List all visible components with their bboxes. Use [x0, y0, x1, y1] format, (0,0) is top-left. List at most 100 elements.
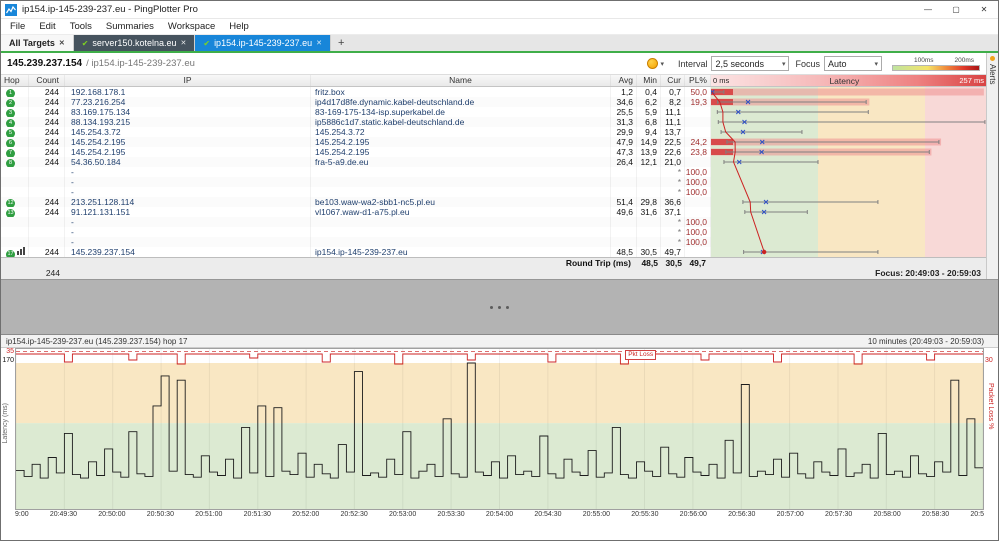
- hop-number-badge: 1: [6, 89, 15, 97]
- round-trip-avg: 48,5: [641, 258, 658, 268]
- hop-number-badge: 12: [6, 199, 15, 207]
- alerts-side-tab[interactable]: Alerts: [986, 53, 998, 279]
- pl-cell: [685, 127, 711, 137]
- tab-close-icon[interactable]: ✕: [316, 39, 322, 47]
- cur-cell: *: [661, 237, 685, 247]
- latency-graph-overlay: [711, 87, 986, 257]
- avg-cell: [611, 237, 637, 247]
- ip-cell: 91.121.131.151: [65, 207, 311, 217]
- menu-item-edit[interactable]: Edit: [32, 19, 62, 35]
- min-cell: [637, 167, 661, 177]
- time-tick-label: 20:55:00: [582, 511, 611, 518]
- tab-label: ip154.ip-145-239-237.eu: [214, 38, 313, 48]
- name-cell: [311, 187, 611, 197]
- latency-scale-min: 0 ms: [713, 76, 730, 85]
- count-cell: 244: [29, 107, 65, 117]
- time-tick-label: 20:52:30: [340, 511, 368, 518]
- col-header-min[interactable]: Min: [637, 75, 661, 86]
- hop-cell: 8: [1, 157, 29, 167]
- pl-cell: 100,0: [685, 217, 711, 227]
- target-hostname: / ip154.ip-145-239-237.eu: [86, 58, 195, 69]
- ip-cell: 145.254.2.195: [65, 147, 311, 157]
- time-axis-labels: 20:49:00 20:49:30 20:50:00 20:50:30 20:51:00…: [15, 510, 984, 522]
- minimize-button[interactable]: —: [914, 1, 942, 18]
- app-window: ip154.ip-145-239-237.eu - PingPlotter Pr…: [0, 0, 999, 541]
- col-header-hop[interactable]: Hop: [1, 75, 29, 86]
- name-cell: fritz.box: [311, 87, 611, 97]
- time-tick-label: 20:51:30: [243, 511, 271, 518]
- time-graph-range: 10 minutes (20:49:03 - 20:59:03): [867, 336, 984, 346]
- chevron-down-icon: ▾: [660, 60, 664, 68]
- col-header-count[interactable]: Count: [29, 75, 65, 86]
- menu-item-workspace[interactable]: Workspace: [161, 19, 222, 35]
- timeline-chart[interactable]: Pkt Loss: [15, 348, 984, 510]
- tab-ip154-ip-145-239-237-eu[interactable]: ✔ ip154.ip-145-239-237.eu ✕: [195, 35, 332, 51]
- timegraph-icon: [17, 247, 25, 257]
- menu-item-help[interactable]: Help: [222, 19, 256, 35]
- latency-axis-title: Latency (ms): [2, 403, 9, 444]
- tab-label: server150.kotelna.eu: [92, 38, 177, 48]
- cur-cell: *: [661, 167, 685, 177]
- cur-cell: 11,1: [661, 107, 685, 117]
- col-header-pl[interactable]: PL%: [685, 75, 711, 86]
- name-cell: ip4d17d8fe.dynamic.kabel-deutschland.de: [311, 97, 611, 107]
- pl-cell: 19,3: [685, 97, 711, 107]
- hop-cell: 4: [1, 117, 29, 127]
- avg-cell: 49,6: [611, 207, 637, 217]
- ip-cell: 213.251.128.114: [65, 197, 311, 207]
- hop-number-badge: 5: [6, 129, 15, 137]
- col-header-name[interactable]: Name: [311, 75, 611, 86]
- new-tab-button[interactable]: +: [331, 35, 351, 51]
- avg-cell: 31,3: [611, 117, 637, 127]
- round-trip-count: 244: [45, 268, 60, 278]
- tab-close-icon[interactable]: ✕: [180, 39, 186, 47]
- pl-cell: 100,0: [685, 187, 711, 197]
- name-cell: be103.waw-wa2-sbb1-nc5.pl.eu: [311, 197, 611, 207]
- interval-value: 2,5 seconds: [715, 58, 765, 69]
- col-header-cur[interactable]: Cur: [661, 75, 685, 86]
- cur-cell: *: [661, 217, 685, 227]
- cur-cell: *: [661, 227, 685, 237]
- pl-cell: 23,8: [685, 147, 711, 157]
- focus-select[interactable]: Auto ▾: [824, 56, 882, 71]
- maximize-button[interactable]: ▢: [942, 1, 970, 18]
- hop-cell: 17: [1, 247, 29, 257]
- menubar: File Edit Tools Summaries Workspace Help: [1, 19, 998, 35]
- min-cell: 0,4: [637, 87, 661, 97]
- cur-cell: 22,5: [661, 137, 685, 147]
- menu-item-summaries[interactable]: Summaries: [99, 19, 161, 35]
- avg-cell: [611, 227, 637, 237]
- count-cell: [29, 237, 65, 247]
- focus-value: Auto: [828, 58, 847, 69]
- close-button[interactable]: ✕: [970, 1, 998, 18]
- time-tick-label: 20:51:00: [195, 511, 223, 518]
- tab-all-targets[interactable]: All Targets ✕: [1, 35, 74, 51]
- avg-cell: [611, 187, 637, 197]
- splitter[interactable]: [1, 279, 998, 335]
- count-cell: 244: [29, 137, 65, 147]
- name-cell: [311, 227, 611, 237]
- cur-cell: 13,7: [661, 127, 685, 137]
- tab-server150-kotelna-eu[interactable]: ✔ server150.kotelna.eu ✕: [73, 35, 196, 51]
- min-cell: 6,8: [637, 117, 661, 127]
- min-cell: 9,4: [637, 127, 661, 137]
- col-header-avg[interactable]: Avg: [611, 75, 637, 86]
- avg-cell: 51,4: [611, 197, 637, 207]
- time-tick-label: 20:57:00: [776, 511, 804, 518]
- tab-close-icon[interactable]: ✕: [59, 39, 65, 47]
- hop-number-badge: 17: [6, 250, 15, 257]
- pl-cell: 100,0: [685, 177, 711, 187]
- hop-number-badge: 13: [6, 209, 15, 217]
- menu-item-tools[interactable]: Tools: [63, 19, 99, 35]
- interval-select[interactable]: 2,5 seconds ▾: [711, 56, 790, 71]
- pl-cell: 100,0: [685, 227, 711, 237]
- count-cell: 244: [29, 247, 65, 257]
- col-header-ip[interactable]: IP: [65, 75, 311, 86]
- latency-color-legend: 100ms 200ms: [892, 57, 980, 71]
- time-tick-label: 20:50:00: [98, 511, 126, 518]
- count-cell: 244: [29, 97, 65, 107]
- col-header-latency[interactable]: 0 ms Latency 257 ms: [711, 75, 986, 86]
- ip-cell: 145.254.3.72: [65, 127, 311, 137]
- trace-status-button[interactable]: ▾: [647, 58, 664, 69]
- menu-item-file[interactable]: File: [3, 19, 32, 35]
